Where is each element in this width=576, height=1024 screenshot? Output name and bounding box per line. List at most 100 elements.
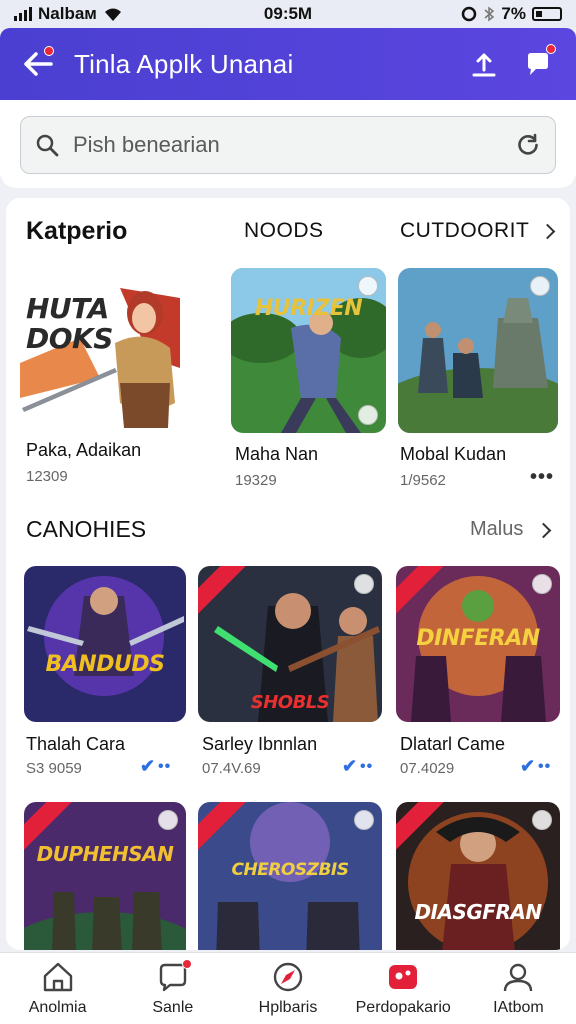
compass-icon [273,962,303,991]
refresh-icon[interactable] [515,132,541,158]
profile-icon [504,963,533,991]
game-meta: 07.4V.69 [202,760,261,777]
game-logo-text: SHOBLS [250,692,330,713]
battery-icon [532,7,562,21]
status-bar: Nalbaм 09:5M 7% [0,0,576,28]
verified-check-icon: ✔ [140,756,156,776]
nav-label: Perdopakario [355,998,451,1016]
nav-item-chat[interactable]: Sanle [115,953,230,1024]
more-options-icon[interactable]: •• [360,758,373,776]
carrier-name: Nalbaм [38,4,97,23]
game-logo-text: DOKS [26,322,113,355]
game-thumbnail: HUTA DOKS [20,268,180,428]
nav-item-explore[interactable]: Hplbaris [230,953,345,1024]
tab-cutdoorit[interactable]: CUTDOORIT [400,219,529,243]
notifications-button[interactable] [518,44,558,84]
game-meta: 12309 [26,468,68,485]
nav-item-games[interactable]: Perdopakario [346,953,461,1024]
game-meta: 07.4029 [400,760,455,777]
wifi-icon [104,8,121,21]
game-thumbnail [398,268,558,433]
game-title: Paka, Adaikan [26,440,142,460]
search-box[interactable] [20,116,556,174]
game-card[interactable]: BANDUDS Thalah Cara S3 9059 ✔ •• [24,566,186,788]
app-bar: Tinla Applk Unanai [0,28,576,100]
game-thumbnail: SHOBLS [198,566,382,722]
upload-icon [472,53,496,77]
see-more-link[interactable]: Malus [470,518,523,541]
bookmark-icon[interactable] [358,276,378,296]
nav-label: Anolmia [28,998,87,1016]
share-button[interactable] [464,44,504,84]
game-thumbnail: DINFERAN [396,566,560,722]
game-card[interactable]: DIASGFRAN [396,802,560,950]
chevron-right-icon[interactable] [535,522,552,539]
nav-label: IAtbom [493,998,544,1016]
nav-item-home[interactable]: Anolmia [0,953,115,1024]
game-card[interactable]: HUTA DOKS Paka, Adaikan 12309 [20,268,180,488]
game-thumbnail: HURIZEN [231,268,386,433]
game-card[interactable]: DUPHEHSAN [24,802,186,950]
page-title: Tinla Applk Unanai [74,48,294,79]
back-button[interactable] [18,44,58,84]
game-thumbnail: CHEROSZBIS [198,802,382,950]
game-title: Dlatarl Came [400,734,506,754]
search-bar-container [0,100,576,188]
battery-percent: 7% [501,4,526,23]
game-title: Maha Nan [235,444,319,464]
game-logo-text: DUPHEHSAN [36,842,174,866]
notification-dot [44,46,54,56]
section-title: Katperio [26,216,128,245]
game-card[interactable]: HURIZEN Maha Nan 19329 [231,268,386,489]
game-card[interactable]: SHOBLS Sarley Ibnnlan 07.4V.69 ✔ •• [198,566,382,788]
game-artwork [24,566,186,722]
game-card[interactable]: Mobal Kudan 1/9562 ••• [398,268,558,489]
bookmark-icon[interactable] [354,574,374,594]
search-input[interactable] [73,132,515,158]
more-options-icon[interactable]: •• [538,758,551,776]
game-meta: 1/9562 [400,472,446,489]
chevron-right-icon[interactable] [539,223,556,240]
game-thumbnail: DIASGFRAN [396,802,560,950]
nav-label: Sanle [152,998,194,1016]
home-icon [43,962,72,991]
clock: 09:5M [263,4,313,23]
game-title: Sarley Ibnnlan [202,734,318,754]
bookmark-icon[interactable] [532,574,552,594]
bottom-navigation: Anolmia Sanle Hplbaris Perdopakario IAtb… [0,952,576,1024]
game-card[interactable]: CHEROSZBIS [198,802,382,950]
search-icon [36,134,59,157]
signal-icon [14,7,32,21]
game-card[interactable]: DINFERAN Dlatarl Came 07.4029 ✔ •• [396,566,560,788]
chat-bubble-icon [528,53,548,75]
game-thumbnail: DUPHEHSAN [24,802,186,950]
section-title: CANOHIES [26,516,147,542]
tab-noods[interactable]: NOODS [244,219,324,243]
section-header-featured: Katperio NOODS CUTDOORIT [20,216,560,246]
bookmark-icon[interactable] [354,810,374,830]
game-meta: S3 9059 [26,760,82,777]
game-logo-text: BANDUDS [45,652,165,677]
game-logo-text: DIASGFRAN [414,900,542,924]
game-logo-text: CHEROSZBIS [231,860,349,880]
verified-check-icon: ✔ [520,756,536,776]
notification-dot [546,44,556,54]
game-title: Mobal Kudan [400,444,507,464]
game-logo-text: HUTA [26,292,109,325]
game-thumbnail: BANDUDS [24,566,186,722]
bookmark-icon[interactable] [532,810,552,830]
verified-check-icon: ✔ [342,756,358,776]
game-title: Thalah Cara [26,734,126,754]
bookmark-icon[interactable] [158,810,178,830]
game-logo-text: DINFERAN [416,626,540,651]
favorite-icon[interactable] [358,405,378,425]
bookmark-icon[interactable] [530,276,550,296]
game-logo-text: HURIZEN [254,296,363,321]
bluetooth-icon [484,6,495,22]
more-options-icon[interactable]: ••• [530,466,554,489]
main-content: Katperio NOODS CUTDOORIT HUTA DOKS Paka,… [6,198,570,950]
nav-item-profile[interactable]: IAtbom [461,953,576,1024]
more-options-icon[interactable]: •• [158,758,171,776]
games-icon [389,964,418,989]
notification-dot [181,958,192,969]
